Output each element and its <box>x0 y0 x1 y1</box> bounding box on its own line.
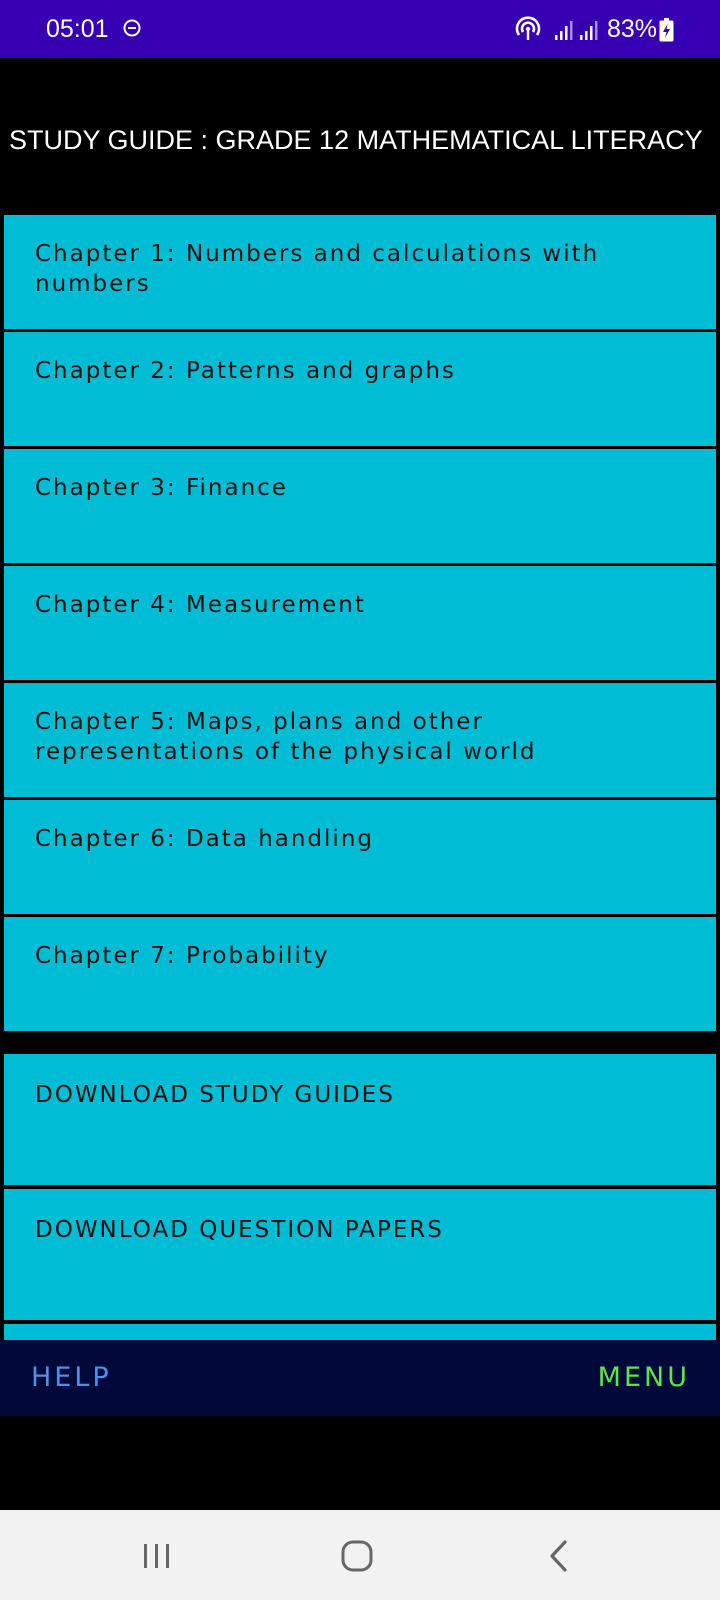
hotspot-icon <box>515 16 541 40</box>
page-title: STUDY GUIDE : GRADE 12 MATHEMATICAL LITE… <box>9 125 703 155</box>
status-time: 05:01 <box>46 15 109 43</box>
do-not-disturb-icon <box>123 19 141 37</box>
chapter-2-item[interactable]: Chapter 2: Patterns and graphs <box>4 332 716 446</box>
chapter-5-item[interactable]: Chapter 5: Maps, plans and other represe… <box>4 683 716 797</box>
chapter-3-item[interactable]: Chapter 3: Finance <box>4 449 716 563</box>
chapter-1-item[interactable]: Chapter 1: Numbers and calculations with… <box>4 215 716 329</box>
list-item-partial[interactable] <box>4 1324 716 1340</box>
status-bar: 05:01 83% <box>0 0 720 58</box>
home-icon[interactable] <box>333 1532 381 1580</box>
menu-button[interactable]: MENU <box>598 1362 690 1394</box>
signal-icon <box>555 21 573 40</box>
battery-charging-icon <box>659 18 674 42</box>
bottom-action-bar: HELP MENU <box>0 1340 720 1416</box>
navigation-bar <box>0 1510 720 1600</box>
chapter-list: Chapter 1: Numbers and calculations with… <box>4 215 716 1340</box>
help-button[interactable]: HELP <box>31 1362 112 1394</box>
chapter-6-item[interactable]: Chapter 6: Data handling <box>4 800 716 914</box>
chapter-7-item[interactable]: Chapter 7: Probability <box>4 917 716 1031</box>
download-question-papers-button[interactable]: DOWNLOAD QUESTION PAPERS <box>4 1189 716 1320</box>
back-icon[interactable] <box>535 1532 583 1580</box>
download-study-guides-button[interactable]: DOWNLOAD STUDY GUIDES <box>4 1054 716 1185</box>
battery-percentage: 83% <box>607 15 658 43</box>
chapter-4-item[interactable]: Chapter 4: Measurement <box>4 566 716 680</box>
recents-icon[interactable] <box>133 1532 181 1580</box>
signal-icon <box>580 21 598 40</box>
